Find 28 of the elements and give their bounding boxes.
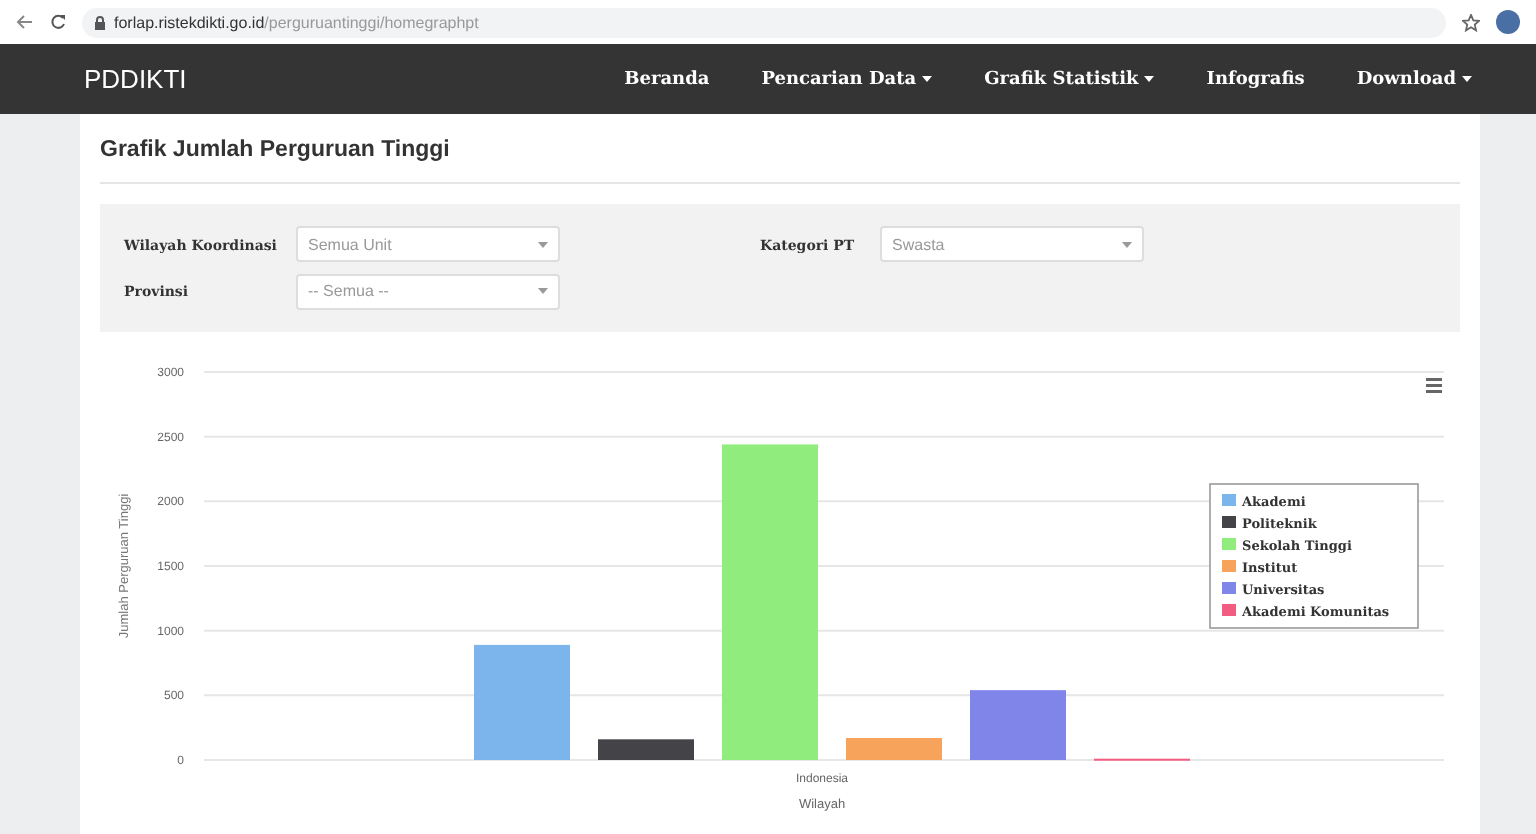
nav-link[interactable]: Download	[1356, 69, 1472, 89]
menu-icon[interactable]	[1426, 378, 1442, 393]
lock-icon	[94, 15, 106, 29]
legend-swatch	[1222, 494, 1236, 506]
legend-swatch	[1222, 582, 1236, 594]
bar	[846, 738, 942, 760]
caret-icon	[1122, 241, 1132, 248]
nav-link[interactable]: Beranda	[624, 69, 710, 89]
star-icon[interactable]	[1462, 13, 1480, 31]
nav-link[interactable]: Infografis	[1206, 69, 1305, 89]
legend-swatch	[1222, 560, 1236, 572]
page-title: Grafik Jumlah Perguruan Tinggi	[100, 138, 1460, 184]
legend-swatch	[1222, 538, 1236, 550]
back-icon[interactable]	[16, 14, 34, 30]
caret-icon	[538, 241, 548, 248]
legend-swatch	[1222, 604, 1236, 616]
brand-logo[interactable]: PDDIKTI	[84, 64, 573, 94]
url-text: forlap.ristekdikti.go.id/perguruantinggi/homegraphpt	[114, 13, 479, 31]
nav-link[interactable]: Pencarian Data	[761, 69, 933, 89]
address-bar[interactable]: forlap.ristekdikti.go.id/perguruantinggi/homegraphpt	[82, 7, 1446, 37]
legend-swatch	[1222, 516, 1236, 528]
bar	[970, 690, 1066, 760]
reload-icon[interactable]	[50, 14, 66, 30]
caret-icon	[538, 288, 548, 295]
bar	[598, 739, 694, 760]
profile-icon[interactable]	[1496, 10, 1520, 34]
nav-link[interactable]: Grafik Statistik	[984, 69, 1155, 89]
bar	[474, 644, 570, 760]
